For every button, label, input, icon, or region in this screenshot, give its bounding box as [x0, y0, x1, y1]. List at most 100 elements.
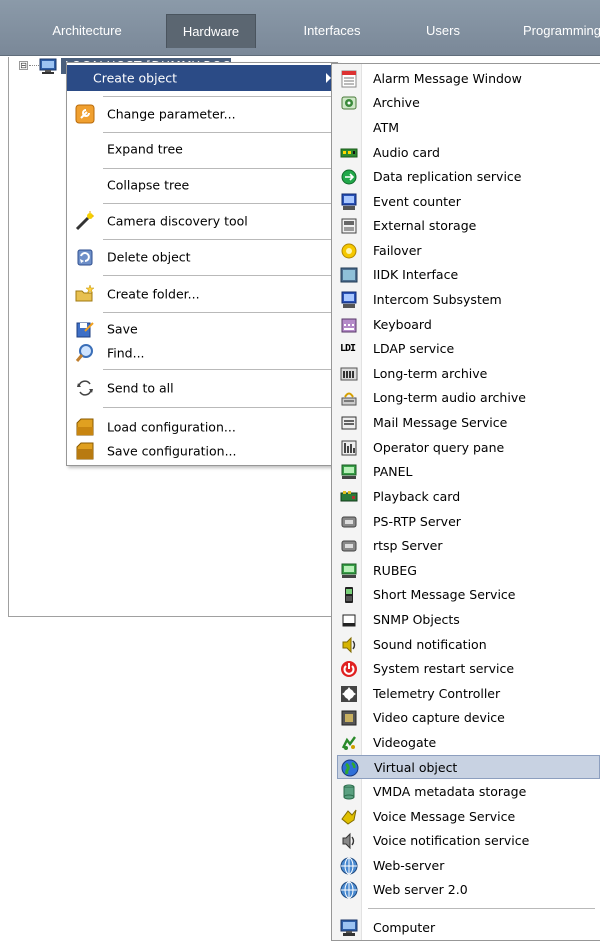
menu-separator [103, 407, 335, 408]
menu-separator [103, 275, 335, 276]
submenu-item-ps-rtp-server[interactable]: PS-RTP Server [332, 510, 600, 534]
expand-collapse-icon[interactable]: ⊟ [19, 61, 28, 70]
submenu-item-label: Short Message Service [373, 587, 516, 602]
tab-programming[interactable]: Programming [522, 14, 600, 48]
submenu-item-audio-card[interactable]: Audio card [332, 141, 600, 165]
submenu-item-system-restart-service[interactable]: System restart service [332, 657, 600, 681]
query-pane-icon [340, 439, 358, 457]
menu-item-delete-object[interactable]: Delete object [67, 242, 337, 272]
computer-icon [340, 919, 358, 937]
videogate-icon [340, 734, 358, 752]
submenu-item-computer[interactable]: Computer [332, 916, 600, 940]
voice-message-icon [340, 808, 358, 826]
globe-icon [341, 759, 359, 777]
server-icon [340, 513, 358, 531]
data-replication-icon [340, 168, 358, 186]
tab-interfaces[interactable]: Interfaces [294, 14, 370, 48]
submenu-item-vmda-metadata-storage[interactable]: VMDA metadata storage [332, 780, 600, 804]
submenu-item-label: Archive [373, 95, 420, 110]
delete-icon [75, 247, 95, 267]
submenu-item-rtsp-server[interactable]: rtsp Server [332, 534, 600, 558]
submenu-item-label: Voice Message Service [373, 809, 516, 824]
menu-item-camera-discovery[interactable]: Camera discovery tool [67, 206, 337, 236]
submenu-item-failover[interactable]: Failover [332, 239, 600, 263]
submenu-item-label: SNMP Objects [373, 612, 460, 627]
panel-icon [340, 463, 358, 481]
menu-item-label: Send to all [107, 380, 174, 396]
submenu-item-video-capture-device[interactable]: Video capture device [332, 706, 600, 730]
audio-archive-icon [340, 389, 358, 407]
refresh-icon [75, 378, 95, 398]
menu-separator [103, 312, 335, 313]
submenu-item-intercom-subsystem[interactable]: Intercom Subsystem [332, 288, 600, 312]
submenu-item-external-storage[interactable]: External storage [332, 214, 600, 238]
menu-item-label: Save configuration... [107, 443, 237, 459]
video-capture-icon [340, 709, 358, 727]
submenu-item-ldap-service[interactable]: LDI LDAP service [332, 337, 600, 361]
menu-item-save[interactable]: Save [67, 317, 337, 341]
submenu-item-playback-card[interactable]: Playback card [332, 485, 600, 509]
submenu-item-sound-notification[interactable]: Sound notification [332, 633, 600, 657]
submenu-item-data-replication-service[interactable]: Data replication service [332, 165, 600, 189]
submenu-item-operator-query-pane[interactable]: Operator query pane [332, 436, 600, 460]
menu-item-create-object[interactable]: Create object [67, 65, 337, 91]
submenu-item-web-server-2[interactable]: Web server 2.0 [332, 878, 600, 902]
computer-icon [39, 58, 57, 77]
menu-item-send-to-all[interactable]: Send to all [67, 373, 337, 403]
submenu-item-mail-message-service[interactable]: Mail Message Service [332, 411, 600, 435]
submenu-item-snmp-objects[interactable]: SNMP Objects [332, 608, 600, 632]
menu-item-label: Create folder... [107, 286, 200, 302]
submenu-item-label: Voice notification service [373, 833, 530, 848]
server-icon [340, 537, 358, 555]
submenu-item-panel[interactable]: PANEL [332, 460, 600, 484]
submenu-item-long-term-archive[interactable]: Long-term archive [332, 362, 600, 386]
submenu-item-rubeg[interactable]: RUBEG [332, 559, 600, 583]
menu-separator [103, 168, 335, 169]
submenu-item-voice-message-service[interactable]: Voice Message Service [332, 805, 600, 829]
menu-item-expand-tree[interactable]: Expand tree [67, 134, 337, 164]
submenu-item-label: Video capture device [373, 710, 505, 725]
menu-item-find[interactable]: Find... [67, 341, 337, 365]
submenu-item-label: Web-server [373, 858, 445, 873]
menu-item-load-configuration[interactable]: Load configuration... [67, 415, 337, 439]
tab-hardware[interactable]: Hardware [166, 14, 256, 48]
alarm-window-icon [340, 70, 358, 88]
submenu-item-long-term-audio-archive[interactable]: Long-term audio archive [332, 386, 600, 410]
menu-item-create-folder[interactable]: Create folder... [67, 279, 337, 309]
submenu-item-label: Long-term audio archive [373, 390, 526, 405]
tab-users[interactable]: Users [420, 14, 466, 48]
submenu-item-label: Event counter [373, 194, 461, 209]
menu-item-label: Camera discovery tool [107, 213, 248, 229]
submenu-item-short-message-service[interactable]: Short Message Service [332, 583, 600, 607]
menu-item-label: Find... [107, 345, 145, 361]
new-folder-icon [75, 284, 95, 304]
main-tab-bar: Architecture Hardware Interfaces Users P… [0, 0, 600, 56]
tab-architecture[interactable]: Architecture [41, 14, 133, 48]
submenu-item-alarm-message-window[interactable]: Alarm Message Window [332, 67, 600, 91]
submenu-item-virtual-object[interactable]: Virtual object [337, 755, 600, 779]
menu-item-label: Delete object [107, 249, 191, 265]
submenu-item-voice-notification-service[interactable]: Voice notification service [332, 829, 600, 853]
event-counter-icon [340, 193, 358, 211]
database-icon [340, 783, 358, 801]
long-term-archive-icon [340, 365, 358, 383]
submenu-item-keyboard[interactable]: Keyboard [332, 313, 600, 337]
submenu-item-telemetry-controller[interactable]: Telemetry Controller [332, 682, 600, 706]
submenu-item-label: PANEL [373, 464, 413, 479]
menu-item-collapse-tree[interactable]: Collapse tree [67, 170, 337, 200]
submenu-item-label: Alarm Message Window [373, 71, 522, 86]
submenu-item-label: Web server 2.0 [373, 882, 468, 897]
submenu-item-label: External storage [373, 218, 477, 233]
submenu-item-archive[interactable]: Archive [332, 91, 600, 115]
submenu-item-label: Videogate [373, 735, 437, 750]
submenu-item-iidk-interface[interactable]: IIDK Interface [332, 263, 600, 287]
menu-item-save-configuration[interactable]: Save configuration... [67, 439, 337, 463]
menu-item-change-parameter[interactable]: Change parameter... [67, 99, 337, 129]
external-storage-icon [340, 217, 358, 235]
menu-separator [103, 239, 335, 240]
submenu-item-videogate[interactable]: Videogate [332, 731, 600, 755]
submenu-item-event-counter[interactable]: Event counter [332, 190, 600, 214]
audio-card-icon [340, 144, 358, 162]
submenu-item-atm[interactable]: ATM [332, 116, 600, 140]
submenu-item-web-server[interactable]: Web-server [332, 854, 600, 878]
